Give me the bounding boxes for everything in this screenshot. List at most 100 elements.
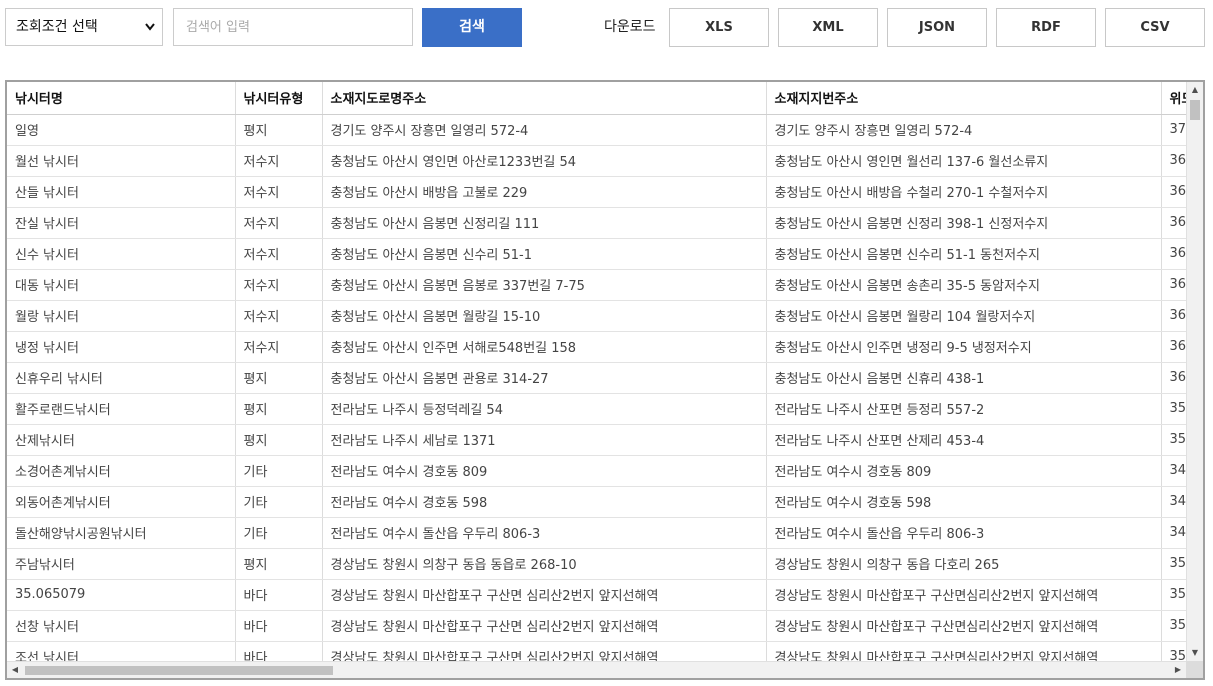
table-cell: 저수지	[235, 207, 323, 239]
table-cell: 36.	[1161, 145, 1186, 177]
table-row[interactable]: 대동 낚시터 저수지 충청남도 아산시 음봉면 음봉로 337번길 7-75 충청남도…	[7, 269, 1186, 301]
table-cell: 평지	[235, 393, 323, 425]
table-cell: 35.	[1161, 393, 1186, 425]
table-cell: 조선 낚시터	[7, 641, 236, 661]
table-row[interactable]: 주남낚시터 평지 경상남도 창원시 의창구 동읍 동읍로 268-10 경상남도 창원…	[7, 548, 1186, 580]
table-cell: 주남낚시터	[7, 548, 236, 580]
table-cell: 바다	[235, 641, 323, 661]
table-cell: 전라남도 나주시 세남로 1371	[322, 424, 767, 456]
table-cell: 36.	[1161, 207, 1186, 239]
table-cell: 36.	[1161, 331, 1186, 363]
table-cell: 경상남도 창원시 마산합포구 구산면심리산2번지 앞지선해역	[766, 579, 1162, 611]
table-cell: 저수지	[235, 238, 323, 270]
table-row[interactable]: 외동어촌계낚시터 기타 전라남도 여수시 경호동 598 전라남도 여수시 경호동 5…	[7, 486, 1186, 518]
table-cell: 충청남도 아산시 음봉면 신정리길 111	[322, 207, 767, 239]
table-cell: 기타	[235, 486, 323, 518]
table-row[interactable]: 35.065079 바다 경상남도 창원시 마산합포구 구산면 심리산2번지 앞지선…	[7, 579, 1186, 611]
table-cell: 저수지	[235, 145, 323, 177]
data-table: 낚시터명낚시터유형소재지도로명주소소재지지번주소위도 일영평지경기도 양주시 장…	[7, 82, 1186, 661]
table-row[interactable]: 신수 낚시터 저수지 충청남도 아산시 음봉면 신수리 51-1 충청남도 아산시 음…	[7, 238, 1186, 270]
table-cell: 저수지	[235, 331, 323, 363]
column-header[interactable]: 낚시터명	[7, 82, 236, 115]
table-row[interactable]: 월랑 낚시터 저수지 충청남도 아산시 음봉면 월랑길 15-10 충청남도 아산시 …	[7, 300, 1186, 332]
table-row[interactable]: 선창 낚시터 바다 경상남도 창원시 마산합포구 구산면 심리산2번지 앞지선해역 경…	[7, 610, 1186, 642]
table-row[interactable]: 소경어촌계낚시터 기타 전라남도 여수시 경호동 809 전라남도 여수시 경호동 8…	[7, 455, 1186, 487]
table-cell: 36.	[1161, 176, 1186, 208]
grid-viewport: 낚시터명낚시터유형소재지도로명주소소재지지번주소위도 일영평지경기도 양주시 장…	[7, 82, 1186, 661]
table-cell: 34.	[1161, 455, 1186, 487]
arrow-left-icon[interactable]: ◀	[7, 662, 23, 678]
table-cell: 36.	[1161, 238, 1186, 270]
table-cell: 충청남도 아산시 음봉면 신정리 398-1 신정저수지	[766, 207, 1162, 239]
table-cell: 36.	[1161, 362, 1186, 394]
table-cell: 평지	[235, 114, 323, 146]
column-header[interactable]: 소재지지번주소	[766, 82, 1162, 115]
arrow-up-icon[interactable]: ▲	[1187, 82, 1203, 98]
table-row[interactable]: 냉정 낚시터 저수지 충청남도 아산시 인주면 서해로548번길 158 충청남도 아…	[7, 331, 1186, 363]
table-cell: 저수지	[235, 300, 323, 332]
horizontal-scroll-thumb[interactable]	[25, 666, 333, 675]
table-cell: 외동어촌계낚시터	[7, 486, 236, 518]
download-rdf-button[interactable]: RDF	[996, 8, 1096, 47]
table-cell: 기타	[235, 455, 323, 487]
table-cell: 전라남도 나주시 등정덕레길 54	[322, 393, 767, 425]
table-cell: 경기도 양주시 장흥면 일영리 572-4	[322, 114, 767, 146]
table-cell: 경상남도 창원시 마산합포구 구산면 심리산2번지 앞지선해역	[322, 641, 767, 661]
table-body: 일영 평지 경기도 양주시 장흥면 일영리 572-4 경기도 양주시 장흥면 일영리…	[7, 114, 1186, 661]
table-cell: 경상남도 창원시 의창구 동읍 다호리 265	[766, 548, 1162, 580]
table-cell: 산들 낚시터	[7, 176, 236, 208]
table-cell: 충청남도 아산시 음봉면 신수리 51-1 동천저수지	[766, 238, 1162, 270]
chevron-down-icon	[144, 9, 156, 59]
table-cell: 산제낚시터	[7, 424, 236, 456]
table-cell: 충청남도 아산시 음봉면 관용로 314-27	[322, 362, 767, 394]
table-cell: 충청남도 아산시 배방읍 고불로 229	[322, 176, 767, 208]
table-cell: 전라남도 여수시 경호동 598	[322, 486, 767, 518]
vertical-scrollbar[interactable]: ▲ ▼	[1186, 82, 1203, 661]
column-header[interactable]: 위도	[1161, 82, 1186, 115]
table-cell: 35.	[1161, 641, 1186, 661]
horizontal-scrollbar[interactable]: ◀ ▶	[7, 661, 1186, 678]
table-row[interactable]: 산제낚시터 평지 전라남도 나주시 세남로 1371 전라남도 나주시 산포면 산제리…	[7, 424, 1186, 456]
download-csv-button[interactable]: CSV	[1105, 8, 1205, 47]
download-xls-button[interactable]: XLS	[669, 8, 769, 47]
table-cell: 34.	[1161, 486, 1186, 518]
table-cell: 평지	[235, 424, 323, 456]
table-row[interactable]: 활주로랜드낚시터 평지 전라남도 나주시 등정덕레길 54 전라남도 나주시 산포면 …	[7, 393, 1186, 425]
arrow-down-icon[interactable]: ▼	[1187, 645, 1203, 661]
table-cell: 돌산해양낚시공원낚시터	[7, 517, 236, 549]
table-row[interactable]: 월선 낚시터 저수지 충청남도 아산시 영인면 아산로1233번길 54 충청남도 아…	[7, 145, 1186, 177]
table-cell: 35.	[1161, 424, 1186, 456]
table-cell: 대동 낚시터	[7, 269, 236, 301]
table-row[interactable]: 신휴우리 낚시터 평지 충청남도 아산시 음봉면 관용로 314-27 충청남도 아산…	[7, 362, 1186, 394]
table-cell: 34.	[1161, 517, 1186, 549]
table-header-row: 낚시터명낚시터유형소재지도로명주소소재지지번주소위도	[7, 82, 1186, 115]
table-cell: 월랑 낚시터	[7, 300, 236, 332]
table-cell: 충청남도 아산시 인주면 서해로548번길 158	[322, 331, 767, 363]
table-cell: 충청남도 아산시 음봉면 음봉로 337번길 7-75	[322, 269, 767, 301]
download-json-button[interactable]: JSON	[887, 8, 987, 47]
column-header[interactable]: 낚시터유형	[235, 82, 323, 115]
table-row[interactable]: 산들 낚시터 저수지 충청남도 아산시 배방읍 고불로 229 충청남도 아산시 배방…	[7, 176, 1186, 208]
table-cell: 35.065079	[7, 579, 236, 611]
table-row[interactable]: 일영 평지 경기도 양주시 장흥면 일영리 572-4 경기도 양주시 장흥면 일영리…	[7, 114, 1186, 146]
table-cell: 소경어촌계낚시터	[7, 455, 236, 487]
table-row[interactable]: 조선 낚시터 바다 경상남도 창원시 마산합포구 구산면 심리산2번지 앞지선해역 경…	[7, 641, 1186, 661]
download-xml-button[interactable]: XML	[778, 8, 878, 47]
table-cell: 냉정 낚시터	[7, 331, 236, 363]
table-cell: 전라남도 여수시 경호동 598	[766, 486, 1162, 518]
arrow-right-icon[interactable]: ▶	[1170, 662, 1186, 678]
table-cell: 전라남도 나주시 산포면 산제리 453-4	[766, 424, 1162, 456]
table-row[interactable]: 잔실 낚시터 저수지 충청남도 아산시 음봉면 신정리길 111 충청남도 아산시 음…	[7, 207, 1186, 239]
data-grid: 낚시터명낚시터유형소재지도로명주소소재지지번주소위도 일영평지경기도 양주시 장…	[5, 80, 1205, 680]
table-cell: 충청남도 아산시 영인면 월선리 137-6 월선소류지	[766, 145, 1162, 177]
table-cell: 전라남도 여수시 경호동 809	[766, 455, 1162, 487]
search-input[interactable]	[173, 8, 413, 46]
table-row[interactable]: 돌산해양낚시공원낚시터 기타 전라남도 여수시 돌산읍 우두리 806-3 전라남도 …	[7, 517, 1186, 549]
toolbar: 조회조건 선택 검색 다운로드 XLS XML JSON RDF CSV	[0, 0, 1213, 60]
column-header[interactable]: 소재지도로명주소	[322, 82, 767, 115]
search-condition-select[interactable]: 조회조건 선택	[5, 8, 163, 46]
table-cell: 바다	[235, 610, 323, 642]
vertical-scroll-thumb[interactable]	[1190, 100, 1200, 120]
search-button[interactable]: 검색	[422, 8, 522, 47]
table-cell: 충청남도 아산시 음봉면 월랑길 15-10	[322, 300, 767, 332]
